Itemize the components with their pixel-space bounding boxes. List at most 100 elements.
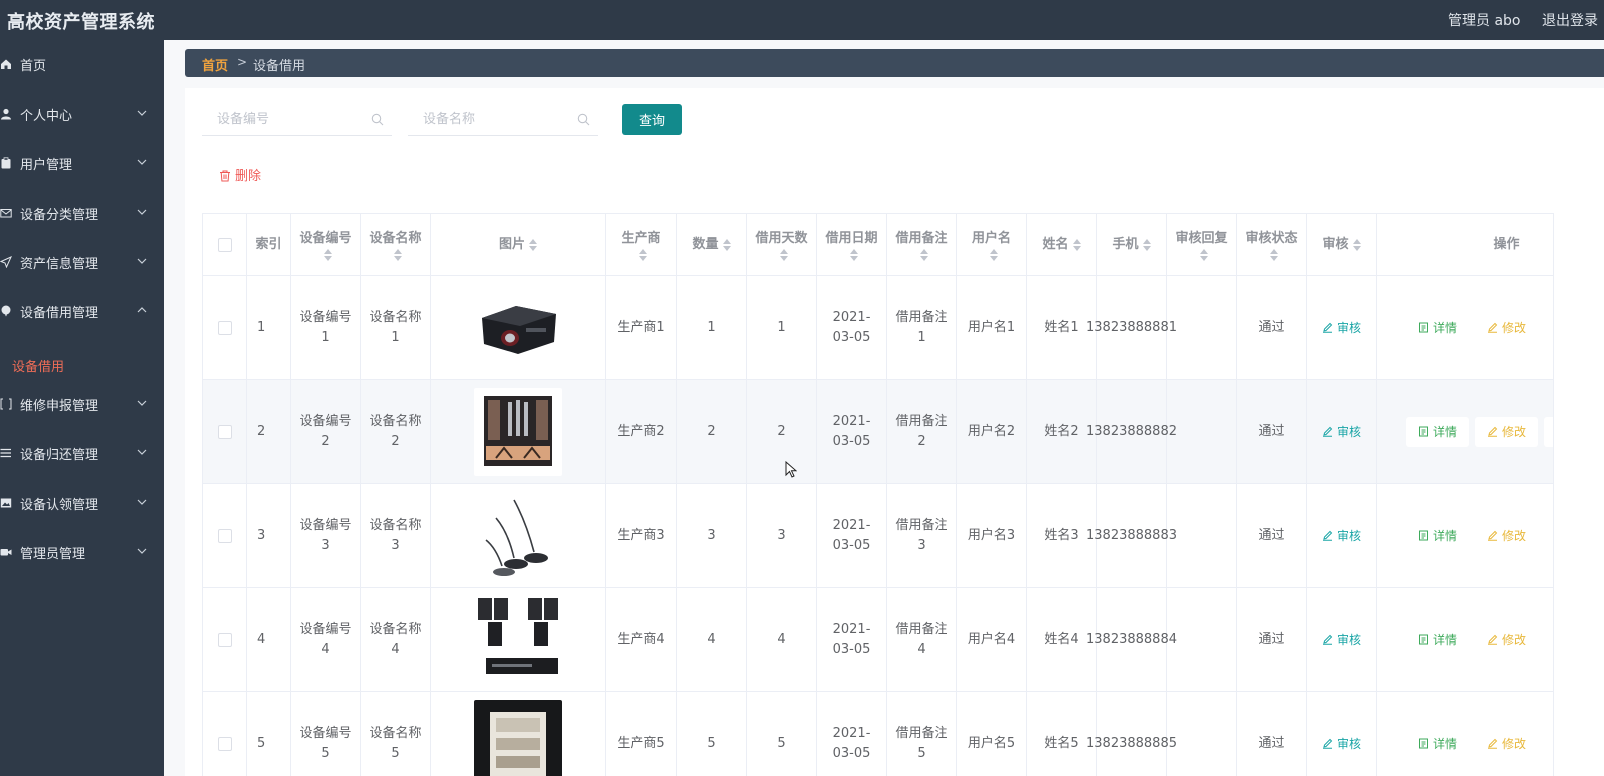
sidebar-subitem-borrow[interactable]: 设备借用: [12, 356, 64, 375]
sort-icon[interactable]: [1199, 248, 1208, 261]
row-select: [203, 380, 247, 483]
sidebar-item-borrow[interactable]: 设备借用管理: [0, 287, 164, 337]
row-checkbox[interactable]: [217, 424, 232, 439]
header-code[interactable]: 设备编号: [291, 214, 361, 275]
sort-icon[interactable]: [1269, 248, 1278, 261]
sidebar: 首页 个人中心 用户管理 设备分类管理 资产信息管理 设备借用管理 设备借用 维…: [0, 40, 164, 776]
header-image[interactable]: 图片: [431, 214, 606, 275]
header-maker[interactable]: 生产商: [606, 214, 677, 275]
edit-button[interactable]: 修改: [1475, 729, 1538, 759]
audit-button[interactable]: 审核: [1310, 729, 1373, 759]
cell-value: 3: [707, 527, 716, 543]
sort-icon[interactable]: [722, 238, 731, 251]
device-code-input[interactable]: [202, 104, 352, 134]
cell-name: 设备名称3: [361, 484, 431, 587]
sort-icon[interactable]: [1072, 238, 1081, 251]
header-days[interactable]: 借用天数: [747, 214, 817, 275]
audit-button[interactable]: 审核: [1310, 313, 1373, 343]
table-row[interactable]: 2 设备编号2 设备名称2 生产商2 2 2 2021-03-05 借用备注2 用户名2 姓名2 1…: [203, 380, 1553, 484]
sidebar-item-label: 维修申报管理: [20, 399, 99, 414]
select-all-checkbox[interactable]: [217, 237, 232, 252]
sort-icon[interactable]: [1352, 238, 1361, 251]
sidebar-item-profile[interactable]: 个人中心: [0, 90, 164, 140]
cell-name: 设备名称5: [361, 692, 431, 776]
cell-value: 借用备注5: [895, 725, 948, 761]
sidebar-item-admins[interactable]: 管理员管理: [0, 528, 164, 578]
audit-button[interactable]: 审核: [1310, 625, 1373, 655]
header-label: 图片: [498, 236, 525, 252]
header-phone[interactable]: 手机: [1097, 214, 1167, 275]
sidebar-item-home[interactable]: 首页: [0, 40, 164, 90]
sort-icon[interactable]: [1142, 238, 1151, 251]
edit-button[interactable]: 修改: [1475, 521, 1538, 551]
sort-icon[interactable]: [849, 248, 858, 261]
cell-image: [431, 380, 606, 483]
cell-note: 借用备注2: [887, 380, 957, 483]
edit-button[interactable]: 修改: [1475, 313, 1538, 343]
cell-value: 5: [257, 735, 266, 751]
breadcrumb-home[interactable]: 首页: [202, 55, 228, 74]
conference-mics-image: [474, 491, 562, 580]
table-row[interactable]: 1 设备编号1 设备名称1 生产商1 1 1 2021-03-05 借用备注1 用户名1 姓名1 1…: [203, 276, 1553, 380]
header-audit[interactable]: 审核: [1307, 214, 1377, 275]
sort-icon[interactable]: [639, 248, 647, 261]
sort-icon[interactable]: [529, 238, 537, 251]
sort-icon[interactable]: [919, 248, 928, 261]
delete-button[interactable]: 删除: [219, 165, 261, 187]
sidebar-item-assets[interactable]: 资产信息管理: [0, 238, 164, 288]
header-status[interactable]: 审核状态: [1237, 214, 1307, 275]
table-row[interactable]: 5 设备编号5 设备名称5 生产商5 5 5 2021-03-05 借用备注5 用户名5 姓名5 1…: [203, 692, 1553, 776]
row-checkbox[interactable]: [217, 736, 232, 751]
logout-link[interactable]: 退出登录: [1542, 10, 1598, 30]
table-row[interactable]: 3 设备编号3 设备名称3 生产商3 3 3 2021-03-05 借用备注3 用户名3 姓名3 1…: [203, 484, 1553, 588]
cell-maker: 生产商1: [606, 276, 677, 379]
row-checkbox[interactable]: [217, 528, 232, 543]
header-qty[interactable]: 数量: [677, 214, 747, 275]
cell-value: 设备名称5: [369, 725, 422, 761]
sidebar-item-return[interactable]: 设备归还管理: [0, 429, 164, 479]
detail-button[interactable]: 详情: [1406, 416, 1470, 447]
more-button[interactable]: [1544, 416, 1553, 447]
sidebar-item-claim[interactable]: 设备认领管理: [0, 479, 164, 529]
sort-icon[interactable]: [393, 248, 402, 261]
av-cabinet-image: [474, 699, 562, 776]
search-icon: [371, 113, 384, 126]
cell-note: 借用备注4: [887, 588, 957, 691]
header-username[interactable]: 用户名: [957, 214, 1027, 275]
sidebar-item-repair[interactable]: 维修申报管理: [0, 380, 164, 430]
row-checkbox[interactable]: [217, 632, 232, 647]
device-name-input[interactable]: [408, 104, 558, 134]
header-name[interactable]: 设备名称: [361, 214, 431, 275]
table-row[interactable]: 4 设备编号4 设备名称4 生产商4 4 4 2021-03-05 借用备注4 用户名4 姓名4 1…: [203, 588, 1553, 692]
sidebar-item-category[interactable]: 设备分类管理: [0, 189, 164, 239]
cell-name: 设备名称2: [361, 380, 431, 483]
cell-ops: 详情 修改: [1377, 380, 1553, 483]
cell-maker: 生产商2: [606, 380, 677, 483]
sort-icon[interactable]: [323, 248, 332, 261]
list-icon: [0, 448, 11, 458]
edit-button[interactable]: 修改: [1475, 625, 1538, 655]
cell-audit: 审核: [1307, 380, 1377, 483]
detail-button[interactable]: 详情: [1406, 313, 1469, 343]
sort-icon[interactable]: [989, 248, 998, 261]
edit-button[interactable]: 修改: [1475, 416, 1539, 447]
mouse-cursor-icon: [785, 461, 797, 478]
edit-label: 修改: [1502, 528, 1527, 543]
header-realname[interactable]: 姓名: [1027, 214, 1097, 275]
document-icon: [1419, 322, 1428, 333]
row-checkbox[interactable]: [217, 320, 232, 335]
detail-button[interactable]: 详情: [1406, 521, 1469, 551]
audit-button[interactable]: 审核: [1310, 521, 1373, 551]
audit-button[interactable]: 审核: [1310, 417, 1373, 447]
header-date[interactable]: 借用日期: [817, 214, 887, 275]
cell-value: 2: [777, 423, 786, 439]
header-note[interactable]: 借用备注: [887, 214, 957, 275]
cell-reply: [1167, 588, 1237, 691]
chevron-down-icon: [137, 110, 147, 116]
sort-icon[interactable]: [779, 248, 788, 261]
header-reply[interactable]: 审核回复: [1167, 214, 1237, 275]
detail-button[interactable]: 详情: [1406, 625, 1469, 655]
query-button[interactable]: 查询: [622, 104, 682, 135]
sidebar-item-users[interactable]: 用户管理: [0, 139, 164, 189]
detail-button[interactable]: 详情: [1406, 729, 1469, 759]
